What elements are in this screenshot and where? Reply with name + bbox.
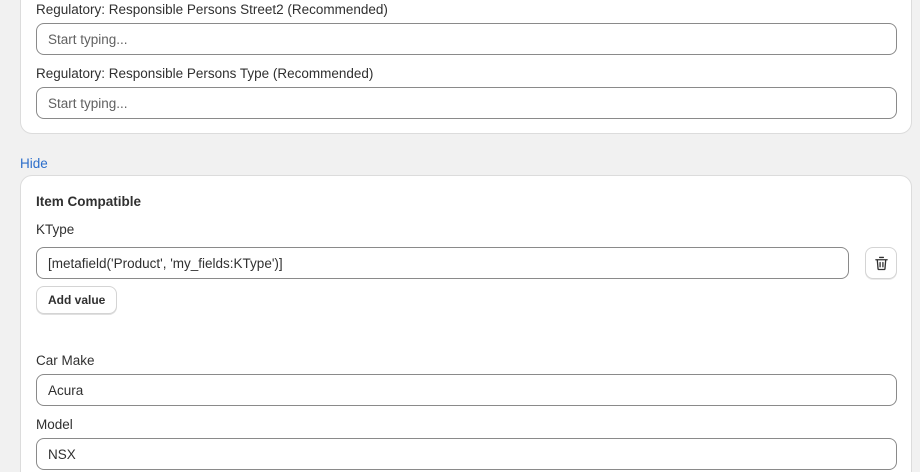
regulatory-card: Regulatory: Responsible Persons Street2 … xyxy=(20,0,912,134)
street2-input[interactable] xyxy=(36,23,897,55)
model-input[interactable] xyxy=(36,438,897,470)
car-make-label: Car Make xyxy=(36,353,95,368)
item-compatible-card: Item Compatible KType Add value Car Make… xyxy=(20,175,912,472)
ktype-input[interactable] xyxy=(36,247,849,279)
page: Regulatory: Responsible Persons Street2 … xyxy=(0,0,920,472)
car-make-input[interactable] xyxy=(36,374,897,406)
hide-link[interactable]: Hide xyxy=(20,156,48,171)
type-input[interactable] xyxy=(36,87,897,119)
street2-label: Regulatory: Responsible Persons Street2 … xyxy=(36,2,388,17)
delete-ktype-button[interactable] xyxy=(865,247,897,279)
item-compatible-title: Item Compatible xyxy=(36,194,142,209)
trash-icon xyxy=(874,256,888,270)
type-label: Regulatory: Responsible Persons Type (Re… xyxy=(36,66,374,81)
ktype-label: KType xyxy=(36,222,75,237)
add-value-button[interactable]: Add value xyxy=(36,286,118,314)
model-label: Model xyxy=(36,417,73,432)
